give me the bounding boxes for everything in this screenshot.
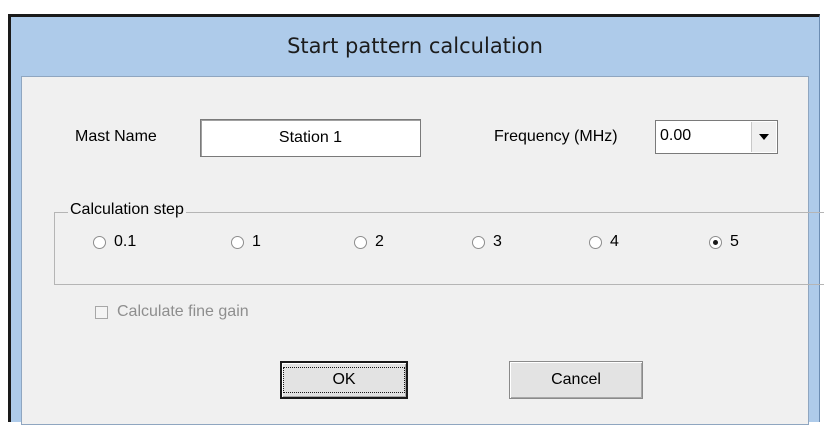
frequency-select[interactable]: 0.00	[655, 120, 778, 154]
step-radio-0-1[interactable]: 0.1	[93, 233, 136, 251]
step-radio-1[interactable]: 1	[231, 233, 261, 251]
frequency-dropdown-button[interactable]	[751, 122, 776, 152]
radio-circle-icon	[472, 235, 485, 249]
step-radio-label: 0.1	[114, 233, 137, 250]
radio-circle-icon	[354, 235, 367, 249]
frequency-value: 0.00	[660, 127, 692, 144]
step-radio-label: 1	[252, 233, 261, 250]
step-radio-2[interactable]: 2	[354, 233, 384, 251]
ok-button-label: OK	[283, 367, 405, 393]
mast-name-label: Mast Name	[75, 128, 157, 145]
radio-circle-icon	[231, 235, 244, 249]
dialog-window: Start pattern calculation Mast Name Stat…	[8, 14, 824, 425]
step-radio-label: 2	[375, 233, 384, 250]
step-radio-3[interactable]: 3	[472, 233, 502, 251]
step-radio-4[interactable]: 4	[589, 233, 619, 251]
step-radio-label: 3	[493, 233, 502, 250]
radio-circle-icon	[589, 235, 602, 249]
ok-button[interactable]: OK	[280, 361, 408, 399]
cancel-button-label: Cancel	[551, 371, 601, 388]
cancel-button[interactable]: Cancel	[509, 361, 643, 399]
title-bar[interactable]: Start pattern calculation	[11, 17, 819, 75]
step-radio-label: 5	[730, 233, 739, 250]
checkbox-icon	[95, 305, 108, 319]
fine-gain-label: Calculate fine gain	[117, 303, 249, 320]
calculation-step-title: Calculation step	[68, 201, 186, 219]
step-radio-5[interactable]: 5	[709, 233, 739, 251]
dialog-client-area: Mast Name Station 1 Frequency (MHz) 0.00…	[21, 76, 824, 425]
mast-name-input[interactable]: Station 1	[200, 119, 421, 157]
fine-gain-checkbox[interactable]: Calculate fine gain	[95, 303, 249, 321]
radio-circle-icon	[93, 235, 106, 249]
window-title: Start pattern calculation	[287, 34, 543, 58]
chevron-down-icon	[759, 134, 769, 140]
frequency-label: Frequency (MHz)	[494, 128, 618, 145]
step-radio-label: 4	[610, 233, 619, 250]
radio-selected-icon	[709, 235, 722, 249]
